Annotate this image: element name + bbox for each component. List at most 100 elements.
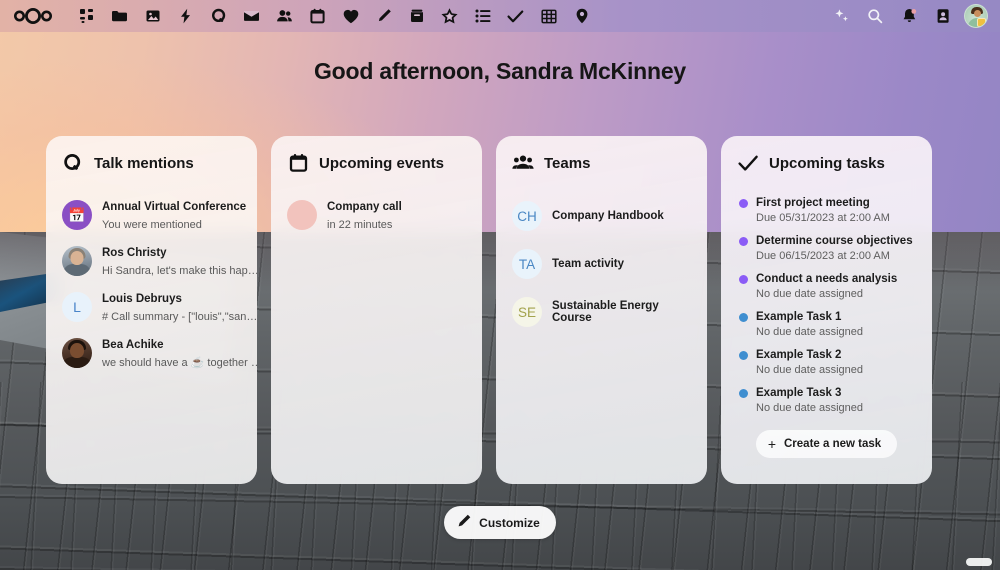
task-due: No due date assigned: [756, 364, 864, 376]
list-item[interactable]: Bea Achike we should have a ☕ together …: [60, 330, 257, 376]
scroll-indicator[interactable]: [966, 558, 992, 566]
talk-icon: [62, 152, 84, 174]
list-item[interactable]: Ros Christy Hi Sandra, let's make this h…: [60, 238, 257, 284]
avatar-status-badge: [977, 18, 986, 27]
list-item[interactable]: Company call in 22 minutes: [285, 192, 468, 238]
widget-teams: Teams CH Company Handbook TA Team activi…: [496, 136, 707, 484]
widget-title: Upcoming tasks: [769, 154, 885, 172]
photos-icon[interactable]: [136, 0, 169, 32]
deck-icon[interactable]: [400, 0, 433, 32]
task-due: No due date assigned: [756, 288, 864, 300]
task-due: Due 05/31/2023 at 2:00 AM: [756, 212, 890, 224]
widget-upcoming-tasks: Upcoming tasks First project meeting Due…: [721, 136, 932, 484]
team-avatar: SE: [512, 297, 542, 327]
list-item-title: Bea Achike: [102, 339, 164, 351]
team-name: Team activity: [552, 258, 625, 270]
avatar-face: [70, 343, 84, 358]
list-item-title: Louis Debruys: [102, 293, 182, 305]
list-item-subtitle: # Call summary - ["louis","san…: [102, 311, 257, 323]
avatar-face: [70, 251, 84, 265]
avatar-body: [62, 357, 92, 368]
list-item-texts: Ros Christy Hi Sandra, let's make this h…: [102, 243, 257, 279]
create-new-task-button[interactable]: + Create a new task: [755, 430, 898, 458]
task-item[interactable]: Conduct a needs analysis No due date ass…: [735, 268, 918, 306]
task-due: No due date assigned: [756, 402, 864, 414]
list-item-texts: Company call in 22 minutes: [327, 197, 466, 233]
widget-talk-mentions: Talk mentions 📅 Annual Virtual Conferenc…: [46, 136, 257, 484]
task-item[interactable]: Determine course objectives Due 06/15/20…: [735, 230, 918, 268]
sparkle-icon[interactable]: [824, 0, 858, 32]
team-avatar: CH: [512, 201, 542, 231]
task-item[interactable]: Example Task 3 No due date assigned: [735, 382, 918, 420]
widget-header: Upcoming events: [285, 152, 468, 174]
customize-label: Customize: [479, 515, 540, 530]
customize-button[interactable]: Customize: [444, 506, 556, 539]
list-item-subtitle: we should have a ☕ together …: [102, 357, 257, 369]
teams-icon: [512, 152, 534, 174]
task-color-dot: [739, 275, 748, 284]
list-item-title: Ros Christy: [102, 247, 167, 259]
task-line: Example Task 2: [739, 348, 916, 363]
task-item[interactable]: Example Task 2 No due date assigned: [735, 344, 918, 382]
widget-header: Teams: [510, 152, 693, 174]
task-color-dot: [739, 199, 748, 208]
notes-icon[interactable]: [367, 0, 400, 32]
task-title: Example Task 3: [756, 387, 842, 399]
avatar-face: [973, 10, 981, 17]
create-task-row: + Create a new task: [735, 430, 918, 458]
task-color-dot: [739, 313, 748, 322]
task-line: Conduct a needs analysis: [739, 272, 916, 287]
tasks-icon[interactable]: [499, 0, 532, 32]
list-item[interactable]: 📅 Annual Virtual Conference You were men…: [60, 192, 247, 238]
widget-upcoming-events: Upcoming events Company call in 22 minut…: [271, 136, 482, 484]
team-name: Company Handbook: [552, 210, 664, 222]
task-line: Determine course objectives: [739, 234, 916, 249]
widget-header: Talk mentions: [60, 152, 243, 174]
activity-icon[interactable]: [169, 0, 202, 32]
list-item[interactable]: TA Team activity: [510, 240, 693, 288]
task-title: Example Task 1: [756, 311, 842, 323]
pencil-icon: [457, 514, 471, 531]
list-item-subtitle: You were mentioned: [102, 219, 202, 231]
check-icon: [737, 152, 759, 174]
contacts-menu-icon[interactable]: [926, 0, 960, 32]
task-due: No due date assigned: [756, 326, 864, 338]
list-item-title: Company call: [327, 201, 402, 213]
task-line: Example Task 1: [739, 310, 916, 325]
user-avatar[interactable]: [964, 4, 988, 28]
widget-title: Talk mentions: [94, 154, 194, 172]
avatar: 📅: [62, 200, 92, 230]
list-item[interactable]: CH Company Handbook: [510, 192, 693, 240]
list-item-title: Annual Virtual Conference: [102, 201, 247, 213]
mail-icon[interactable]: [235, 0, 268, 32]
search-icon[interactable]: [858, 0, 892, 32]
maps-icon[interactable]: [565, 0, 598, 32]
list-item-subtitle: Hi Sandra, let's make this hap…: [102, 265, 257, 277]
dashboard-icon[interactable]: [70, 0, 103, 32]
nextcloud-logo[interactable]: [10, 3, 56, 29]
plus-icon: +: [767, 436, 776, 452]
task-color-dot: [739, 389, 748, 398]
widget-title: Upcoming events: [319, 154, 445, 172]
list-item[interactable]: SE Sustainable Energy Course: [510, 288, 693, 336]
forms-icon[interactable]: [466, 0, 499, 32]
files-icon[interactable]: [103, 0, 136, 32]
widget-title: Teams: [544, 154, 591, 172]
list-item[interactable]: L Louis Debruys # Call summary - ["louis…: [60, 284, 257, 330]
talk-icon[interactable]: [202, 0, 235, 32]
heart-icon[interactable]: [334, 0, 367, 32]
customize-row: Customize: [0, 506, 1000, 539]
task-color-dot: [739, 237, 748, 246]
avatar: [62, 338, 92, 368]
calendar-icon[interactable]: [301, 0, 334, 32]
tables-icon[interactable]: [532, 0, 565, 32]
task-line: First project meeting: [739, 196, 916, 211]
page-title: Good afternoon, Sandra McKinney: [313, 58, 687, 84]
contacts-icon[interactable]: [268, 0, 301, 32]
task-item[interactable]: First project meeting Due 05/31/2023 at …: [735, 192, 918, 230]
app-menu: [70, 0, 598, 32]
topbar-right-actions: [824, 0, 992, 32]
assistant-icon[interactable]: [433, 0, 466, 32]
task-item[interactable]: Example Task 1 No due date assigned: [735, 306, 918, 344]
bell-icon[interactable]: [892, 0, 926, 32]
